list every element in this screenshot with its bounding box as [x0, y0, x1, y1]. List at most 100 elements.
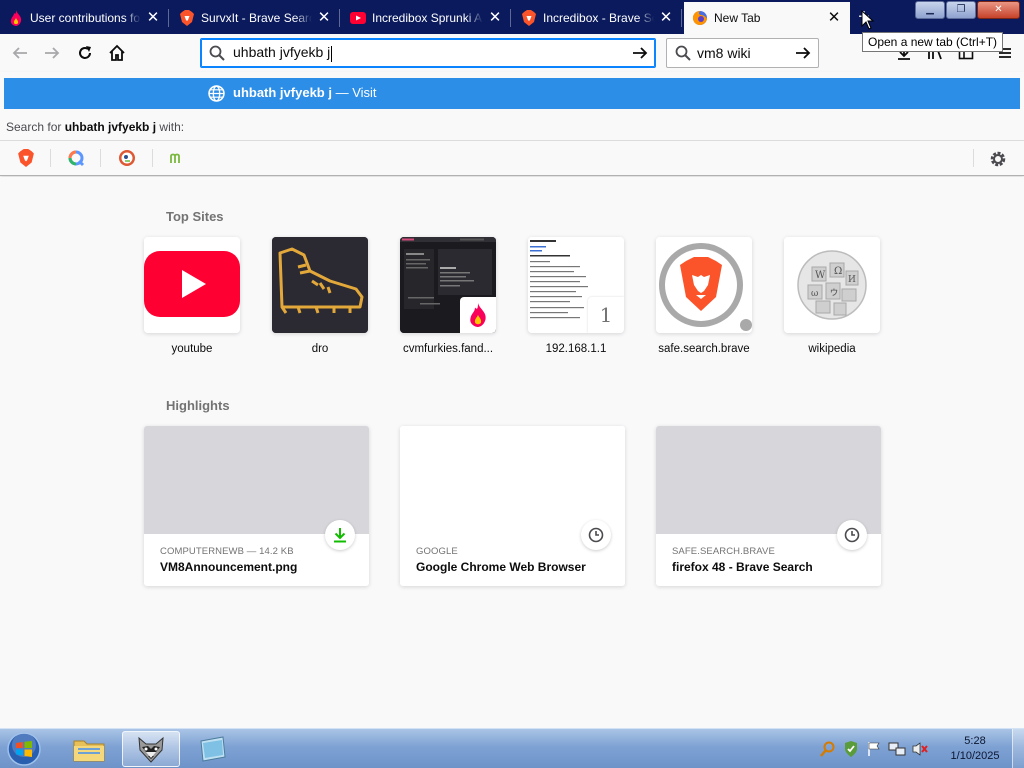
highlight-meta: COMPUTERNEWB — 14.2 KB: [160, 546, 294, 557]
one-off-search-engines: [0, 140, 1024, 175]
tray-network-icon[interactable]: [887, 739, 907, 759]
taskbar-clock[interactable]: 5:28 1/10/2025: [940, 734, 1010, 764]
highlight-title: Google Chrome Web Browser: [416, 560, 586, 574]
search-with-suffix: with:: [159, 120, 185, 134]
tab-survxit-brave[interactable]: SurvxIt - Brave Search ✕: [171, 2, 340, 34]
download-icon: [334, 528, 346, 543]
go-arrow-icon[interactable]: [631, 44, 649, 62]
tray-security-icon[interactable]: [841, 739, 861, 759]
brave-lion-icon: [179, 10, 195, 26]
windows-start-orb-icon: [7, 732, 41, 766]
tab-title: SurvxIt - Brave Search: [201, 11, 312, 25]
dropdown-separator: —: [335, 85, 349, 100]
gear-icon[interactable]: [987, 148, 1009, 170]
taskbar-explorer[interactable]: [60, 731, 118, 767]
forward-arrow-icon: [45, 47, 60, 59]
taskbar-browser[interactable]: [122, 731, 180, 767]
raccoon-browser-icon: [138, 736, 164, 763]
highlight-meta: GOOGLE: [416, 546, 458, 557]
top-site-dro[interactable]: dro: [272, 237, 368, 355]
tab-user-contributions[interactable]: User contributions fo ✕: [0, 2, 169, 34]
tray-volume-muted-icon[interactable]: [910, 739, 930, 759]
clock-icon: [844, 527, 860, 543]
search-bar-input[interactable]: vm8 wiki: [697, 45, 751, 61]
search-bar[interactable]: vm8 wiki: [666, 38, 819, 68]
start-button[interactable]: [4, 731, 44, 767]
tab-close-icon[interactable]: ✕: [658, 10, 674, 26]
top-site-youtube[interactable]: youtube: [144, 237, 240, 355]
duckduckgo-engine-button[interactable]: [114, 147, 140, 169]
mojeek-icon: [170, 153, 180, 163]
tab-title: Incredibox Sprunki A: [372, 11, 483, 25]
top-site-brave[interactable]: safe.search.brave: [656, 237, 752, 355]
tile-count-badge: 1: [588, 297, 624, 333]
home-button[interactable]: [103, 39, 131, 67]
maximize-button[interactable]: ❐: [946, 1, 976, 19]
top-site-wikipedia[interactable]: W Ω И ω ゥ wikipedia: [784, 237, 880, 355]
window-close-button[interactable]: ✕: [977, 1, 1020, 19]
engine-divider: [100, 149, 101, 167]
highlight-card[interactable]: COMPUTERNEWB — 14.2 KB VM8Announcement.p…: [144, 426, 369, 586]
fandom-badge: [460, 297, 496, 333]
tile-count-badge-text: 1: [599, 303, 613, 327]
tab-close-icon[interactable]: ✕: [145, 10, 161, 26]
brave-lion-logo-icon: [656, 237, 752, 333]
show-desktop-button[interactable]: [1012, 729, 1024, 768]
qwant-engine-button[interactable]: [63, 147, 89, 169]
highlight-card[interactable]: GOOGLE Google Chrome Web Browser: [400, 426, 625, 586]
search-with-prefix: Search for: [6, 120, 62, 134]
highlight-meta: SAFE.SEARCH.BRAVE: [672, 546, 775, 557]
highlight-card[interactable]: SAFE.SEARCH.BRAVE firefox 48 - Brave Sea…: [656, 426, 881, 586]
svg-text:ゥ: ゥ: [829, 287, 839, 298]
engine-divider: [50, 149, 51, 167]
history-badge: [837, 520, 867, 550]
top-site-label: wikipedia: [808, 343, 856, 355]
highlight-title: VM8Announcement.png: [160, 560, 298, 574]
tab-close-icon[interactable]: ✕: [316, 10, 332, 26]
minimize-button[interactable]: ▁: [915, 1, 945, 19]
fandom-flame-icon: [470, 303, 486, 327]
brave-lion-icon: [521, 10, 537, 26]
search-icon: [209, 45, 225, 61]
top-site-cvmfurkies[interactable]: cvmfurkies.fand...: [400, 237, 496, 355]
forward-button[interactable]: [38, 39, 66, 67]
dropdown-visit-row[interactable]: uhbath jvfyekb j — Visit: [4, 78, 1020, 109]
download-badge: [325, 520, 355, 550]
tab-close-icon[interactable]: ✕: [826, 10, 842, 26]
clock-date: 1/10/2025: [950, 750, 1000, 762]
new-tab-tooltip: Open a new tab (Ctrl+T): [862, 32, 1004, 52]
address-bar-input[interactable]: uhbath jvfyekb j: [233, 44, 330, 60]
firefox-icon: [692, 10, 708, 26]
reload-button[interactable]: [71, 39, 99, 67]
highlight-thumbnail: [144, 426, 369, 534]
search-go-arrow-icon[interactable]: [794, 44, 812, 62]
highlights-heading: Highlights: [166, 398, 230, 413]
home-icon: [109, 44, 125, 61]
back-arrow-icon: [12, 47, 27, 59]
fandom-flame-icon: [8, 10, 24, 26]
tray-flag-icon[interactable]: [864, 739, 884, 759]
back-button[interactable]: [6, 39, 34, 67]
wikipedia-globe-icon: W Ω И ω ゥ: [784, 237, 880, 333]
tab-close-icon[interactable]: ✕: [487, 10, 503, 26]
tab-new-tab[interactable]: New Tab ✕: [684, 2, 850, 34]
tray-search-icon[interactable]: [818, 739, 838, 759]
top-site-label: safe.search.brave: [658, 343, 750, 355]
top-site-label: youtube: [171, 343, 213, 355]
boot-outline-icon: [272, 237, 368, 333]
taskbar-app[interactable]: [184, 731, 242, 767]
windows-taskbar: 5:28 1/10/2025: [0, 728, 1024, 768]
mojeek-engine-button[interactable]: [165, 147, 191, 169]
tab-title: Incredibox - Brave Se: [543, 11, 654, 25]
duckduckgo-icon: [119, 150, 135, 166]
svg-text:ω: ω: [811, 289, 818, 299]
top-site-router[interactable]: 1 192.168.1.1: [528, 237, 624, 355]
tab-incredibox-brave[interactable]: Incredibox - Brave Se ✕: [513, 2, 682, 34]
brave-search-engine-button[interactable]: [13, 147, 39, 169]
clock-time: 5:28: [964, 735, 986, 747]
tab-incredibox-sprunki[interactable]: Incredibox Sprunki A ✕: [342, 2, 511, 34]
brave-search-icon: [18, 149, 34, 167]
svg-text:Ω: Ω: [834, 266, 842, 277]
address-bar[interactable]: uhbath jvfyekb j: [200, 38, 656, 68]
window-controls: ▁ ❐ ✕: [914, 1, 1020, 19]
